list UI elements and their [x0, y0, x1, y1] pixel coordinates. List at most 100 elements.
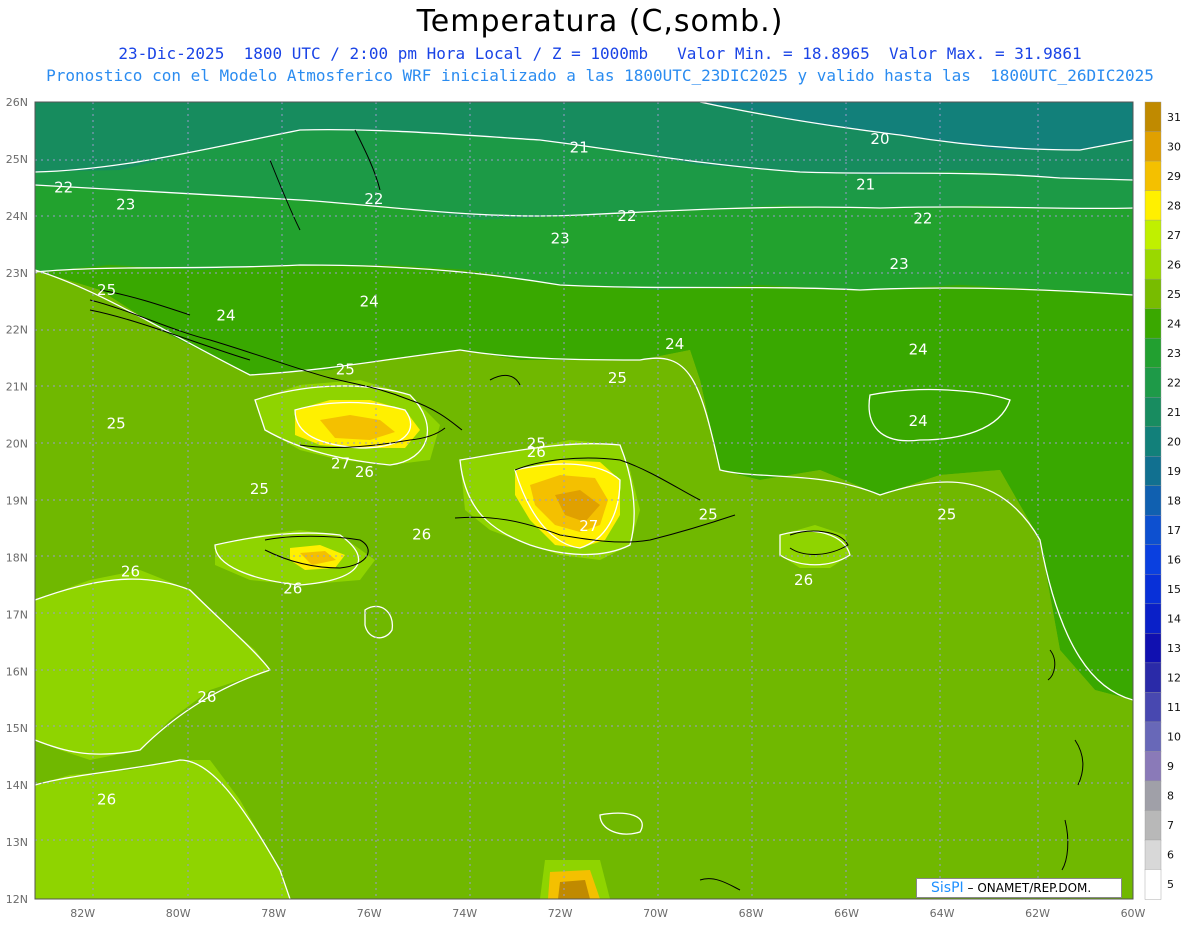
- longitude-label: 70W: [643, 907, 668, 920]
- colorbar-label: 11: [1167, 701, 1181, 714]
- colorbar-swatch: [1144, 190, 1162, 221]
- contour-label: 23: [116, 195, 135, 213]
- colorbar-swatch: [1144, 721, 1162, 753]
- latitude-label: 16N: [6, 665, 28, 678]
- colorbar-swatch: [1144, 603, 1162, 635]
- temperature-field: [35, 102, 1133, 899]
- longitude-label: 80W: [166, 907, 191, 920]
- colorbar-swatch: [1144, 869, 1162, 900]
- contour-label: 23: [890, 255, 909, 273]
- contour-label: 22: [617, 207, 636, 225]
- colorbar-swatch: [1144, 101, 1162, 133]
- latitude-label: 15N: [6, 722, 28, 735]
- colorbar-label: 24: [1167, 317, 1181, 330]
- longitude-label: 64W: [930, 907, 955, 920]
- latitude-label: 13N: [6, 836, 28, 849]
- colorbar-swatch: [1144, 160, 1162, 192]
- contour-label: 26: [412, 526, 431, 544]
- colorbar-swatch: [1144, 485, 1162, 516]
- contour-label: 23: [551, 230, 570, 248]
- latitude-label: 12N: [6, 893, 28, 906]
- contour-label: 24: [665, 335, 684, 353]
- colorbar-label: 27: [1167, 229, 1181, 242]
- credit-brand: SisPI: [931, 880, 964, 896]
- contour-label: 26: [197, 688, 216, 706]
- latitude-label: 25N: [6, 153, 28, 166]
- contour-label: 25: [97, 281, 116, 299]
- colorbar-swatch: [1144, 780, 1162, 812]
- latitude-label: 17N: [6, 608, 28, 621]
- colorbar-label: 25: [1167, 288, 1181, 301]
- colorbar-label: 15: [1167, 583, 1181, 596]
- contour-label: 24: [909, 412, 928, 430]
- longitude-label: 60W: [1121, 907, 1146, 920]
- colorbar-swatch: [1144, 839, 1162, 871]
- colorbar-swatch: [1144, 810, 1162, 841]
- colorbar-label: 12: [1167, 672, 1181, 685]
- colorbar-label: 21: [1167, 406, 1181, 419]
- latitude-label: 21N: [6, 381, 28, 394]
- colorbar-label: 29: [1167, 170, 1181, 183]
- contour-label: 26: [355, 463, 374, 481]
- colorbar-swatch: [1144, 574, 1162, 605]
- latitude-label: 26N: [6, 96, 28, 109]
- contour-label: 26: [121, 563, 140, 581]
- contour-label: 27: [579, 517, 598, 535]
- longitude-label: 82W: [70, 907, 95, 920]
- colorbar-swatch: [1144, 367, 1162, 398]
- colorbar-swatch: [1144, 662, 1162, 694]
- colorbar-label: 8: [1167, 790, 1174, 803]
- colorbar-swatch: [1144, 515, 1162, 546]
- colorbar-swatch: [1144, 131, 1162, 162]
- colorbar-label: 26: [1167, 258, 1181, 271]
- colorbar-swatch: [1144, 219, 1162, 251]
- contour-label: 25: [699, 506, 718, 524]
- colorbar-label: 17: [1167, 524, 1181, 537]
- contour-label: 21: [570, 139, 589, 157]
- contour-label: 25: [937, 506, 956, 524]
- latitude-label: 20N: [6, 438, 28, 451]
- contour-label: 26: [794, 571, 813, 589]
- latitude-label: 22N: [6, 324, 28, 337]
- contour-label: 22: [54, 178, 73, 196]
- colorbar-label: 9: [1167, 760, 1174, 773]
- contour-label: 25: [107, 415, 126, 433]
- longitude-label: 66W: [834, 907, 859, 920]
- colorbar-swatch: [1144, 278, 1162, 310]
- contour-label: 24: [909, 341, 928, 359]
- latitude-label: 24N: [6, 210, 28, 223]
- colorbar-swatch: [1144, 544, 1162, 575]
- contour-label: 26: [97, 790, 116, 808]
- colorbar-label: 28: [1167, 199, 1181, 212]
- temperature-map: 21 20 21 22 23 22 22 22 23 23 25 24 24 24 24 25 25 25 24 25…: [6, 96, 1181, 920]
- contour-label: 26: [283, 580, 302, 598]
- credit-dash: –: [967, 881, 974, 895]
- latitude-label: 14N: [6, 779, 28, 792]
- contour-label: 25: [608, 369, 627, 387]
- contour-label: 24: [216, 306, 235, 324]
- colorbar-label: 10: [1167, 731, 1181, 744]
- colorbar-label: 7: [1167, 819, 1174, 832]
- colorbar-label: 6: [1167, 849, 1174, 862]
- colorbar-swatch: [1144, 308, 1162, 339]
- contour-label: 22: [913, 210, 932, 228]
- colorbar-label: 14: [1167, 613, 1181, 626]
- colorbar-swatch: [1144, 692, 1162, 723]
- colorbar-label: 31: [1167, 111, 1181, 124]
- longitude-label: 72W: [548, 907, 573, 920]
- contour-label: 22: [364, 190, 383, 208]
- longitude-label: 76W: [357, 907, 382, 920]
- colorbar-swatch: [1144, 249, 1162, 280]
- colorbar-label: 16: [1167, 554, 1181, 567]
- colorbar-label: 30: [1167, 140, 1181, 153]
- colorbar-swatch: [1144, 633, 1162, 664]
- credit-label: ONAMET/REP.DOM.: [977, 881, 1092, 895]
- colorbar-label: 20: [1167, 435, 1181, 448]
- colorbar-label: 13: [1167, 642, 1181, 655]
- colorbar: 31 30 29 28 27 26 25 24 23 22 21 20 19 18 17 16 15 14 13 12…: [1144, 101, 1181, 900]
- contour-label: 25: [336, 361, 355, 379]
- longitude-labels: 82W 80W 78W 76W 74W 72W 70W 68W 66W 64W 62W 60W: [70, 907, 1145, 920]
- contour-label: 24: [360, 292, 379, 310]
- contour-label: 21: [856, 176, 875, 194]
- colorbar-label: 18: [1167, 495, 1181, 508]
